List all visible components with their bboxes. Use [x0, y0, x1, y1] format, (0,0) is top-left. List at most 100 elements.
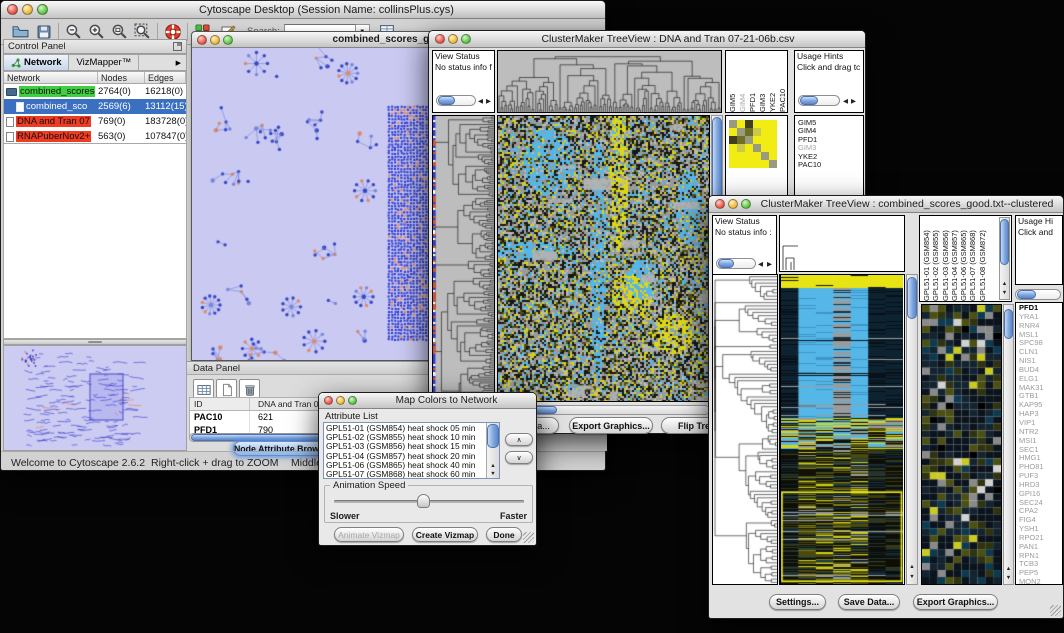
heatmap-cell[interactable] [737, 144, 745, 152]
col-nodes[interactable]: Nodes [98, 72, 145, 83]
array-label[interactable]: YKE2 [768, 53, 778, 112]
export-graphics-button[interactable]: Export Graphics... [569, 417, 653, 434]
create-vizmap-button[interactable]: Create Vizmap [412, 527, 478, 542]
gene-label[interactable]: PAC10 [798, 161, 821, 169]
heatmap-cell[interactable] [761, 152, 769, 160]
close-button[interactable] [324, 396, 333, 405]
col-network[interactable]: Network [4, 72, 98, 83]
heatmap-cell[interactable] [769, 128, 777, 136]
array-label[interactable]: PAC10 [778, 53, 788, 112]
heatmap-cell[interactable] [737, 120, 745, 128]
settings-button[interactable]: Settings... [769, 594, 826, 610]
scroll-thumb[interactable] [800, 96, 818, 105]
heatmap-cell[interactable] [769, 144, 777, 152]
col-id[interactable]: ID [190, 398, 250, 410]
zoom-button[interactable] [741, 199, 751, 209]
scroll-up-arrow[interactable]: ▲ [907, 564, 917, 570]
heatmap-cell[interactable] [769, 136, 777, 144]
network-list-row[interactable]: combined_scores2764(0)16218(0) [4, 84, 186, 99]
row-dendrogram-canvas[interactable] [433, 116, 494, 401]
close-button[interactable] [7, 4, 18, 15]
move-up-button[interactable]: ∧ [505, 433, 533, 446]
network-list-row[interactable]: DNA and Tran 07769(0)183728(0) [4, 114, 186, 129]
heatmap-cell[interactable] [761, 136, 769, 144]
heatmap-cell[interactable] [729, 120, 737, 128]
array-label[interactable]: PFD1 [748, 53, 758, 112]
scroll-thumb[interactable] [438, 96, 455, 105]
minimize-button[interactable] [728, 199, 738, 209]
scroll-up-arrow[interactable]: ▲ [1000, 281, 1009, 287]
array-label[interactable]: GPL51-02 (GSM855) [931, 217, 940, 301]
close-button[interactable] [715, 199, 725, 209]
float-panel-icon[interactable] [173, 42, 182, 51]
speed-slider-thumb[interactable] [417, 494, 430, 508]
scroll-up-arrow[interactable]: ▲ [1004, 566, 1013, 572]
heatmap-cell[interactable] [753, 128, 761, 136]
heatmap-cell[interactable] [729, 160, 737, 168]
scroll-thumb[interactable] [487, 424, 499, 448]
scroll-right-arrow[interactable]: ▶ [767, 261, 772, 268]
zoom-button[interactable] [348, 396, 357, 405]
array-label[interactable]: GPL51-03 (GSM856) [941, 217, 950, 301]
animate-vizmap-button[interactable]: Animate Vizmap [334, 527, 404, 542]
view-status-scrollbar[interactable] [436, 95, 476, 106]
export-graphics-button[interactable]: Export Graphics... [913, 594, 998, 610]
network-list-row[interactable]: RNAPuberNov2+563(0)107847(0) [4, 129, 186, 144]
column-dendrogram-panel[interactable] [497, 50, 722, 113]
minimize-button[interactable] [22, 4, 33, 15]
scroll-up-arrow[interactable]: ▲ [487, 463, 499, 469]
row-dendrogram-panel[interactable] [712, 274, 778, 585]
global-heatmap-panel[interactable] [497, 115, 710, 402]
heatmap-cell[interactable] [745, 128, 753, 136]
heatmap-cell[interactable] [761, 144, 769, 152]
main-titlebar[interactable]: Cytoscape Desktop (Session Name: collins… [1, 1, 605, 19]
scroll-down-arrow[interactable]: ▼ [907, 574, 917, 580]
scroll-thumb[interactable] [718, 259, 734, 268]
done-button[interactable]: Done [486, 527, 522, 542]
scroll-right-arrow[interactable]: ▶ [486, 98, 491, 105]
array-label[interactable]: GPL51-04 (GSM857) [950, 217, 959, 301]
attribute-list-vscrollbar[interactable]: ▲ ▼ [486, 423, 499, 478]
heatmap-cell[interactable] [737, 160, 745, 168]
heatmap-cell[interactable] [745, 136, 753, 144]
heatmap-cell[interactable] [761, 120, 769, 128]
column-dendrogram-canvas[interactable] [498, 51, 721, 112]
heatmap-cell[interactable] [729, 136, 737, 144]
scroll-down-arrow[interactable]: ▼ [1000, 290, 1009, 296]
gene-label[interactable]: MON2 [1019, 578, 1044, 585]
tab-network[interactable]: Network [4, 55, 69, 70]
scroll-down-arrow[interactable]: ▼ [487, 471, 499, 477]
heatmap-cell[interactable] [753, 152, 761, 160]
heatmap-cell[interactable] [753, 120, 761, 128]
heatmap-cell[interactable] [753, 136, 761, 144]
resize-grip[interactable] [523, 532, 534, 543]
array-label[interactable]: GIM5 [728, 53, 738, 112]
move-down-button[interactable]: ∨ [505, 451, 533, 464]
heatmap-cell[interactable] [761, 160, 769, 168]
treeview-dna-titlebar[interactable]: ClusterMaker TreeView : DNA and Tran 07-… [429, 31, 865, 48]
gene-labels-hscrollbar[interactable] [1015, 289, 1061, 300]
heatmap-cell[interactable] [769, 152, 777, 160]
usage-hints-scrollbar[interactable] [798, 95, 840, 106]
attribute-item[interactable]: GPL51-07 (GSM868) heat shock 60 min [324, 470, 486, 479]
minimize-button[interactable] [448, 34, 458, 44]
heatmap-cell[interactable] [769, 120, 777, 128]
array-label[interactable]: GPL51-07 (GSM868) [968, 217, 977, 301]
array-label[interactable]: GPL51-08 (GSM872) [978, 217, 987, 301]
zoom-vscrollbar[interactable]: ▲ ▼ [1003, 304, 1014, 585]
row-dendrogram-panel[interactable] [432, 115, 495, 402]
array-label[interactable]: GPL51-01 (GSM854) [922, 217, 931, 301]
scroll-thumb[interactable] [1000, 219, 1009, 265]
array-label[interactable]: GIM4 [738, 53, 748, 112]
heatmap-cell[interactable] [745, 120, 753, 128]
global-heatmap-panel[interactable] [779, 274, 905, 585]
heatmap-cell[interactable] [753, 160, 761, 168]
col-edges[interactable]: Edges [145, 72, 186, 83]
scroll-left-arrow[interactable]: ◀ [758, 261, 763, 268]
dialog-titlebar[interactable]: Map Colors to Network [319, 393, 536, 409]
attribute-listbox[interactable]: GPL51-01 (GSM854) heat shock 05 minGPL51… [323, 422, 500, 479]
zoom-button[interactable] [223, 35, 233, 45]
zoom-heatmap-canvas[interactable] [922, 305, 1001, 584]
heatmap-cell[interactable] [745, 152, 753, 160]
scroll-down-arrow[interactable]: ▼ [1004, 575, 1013, 581]
